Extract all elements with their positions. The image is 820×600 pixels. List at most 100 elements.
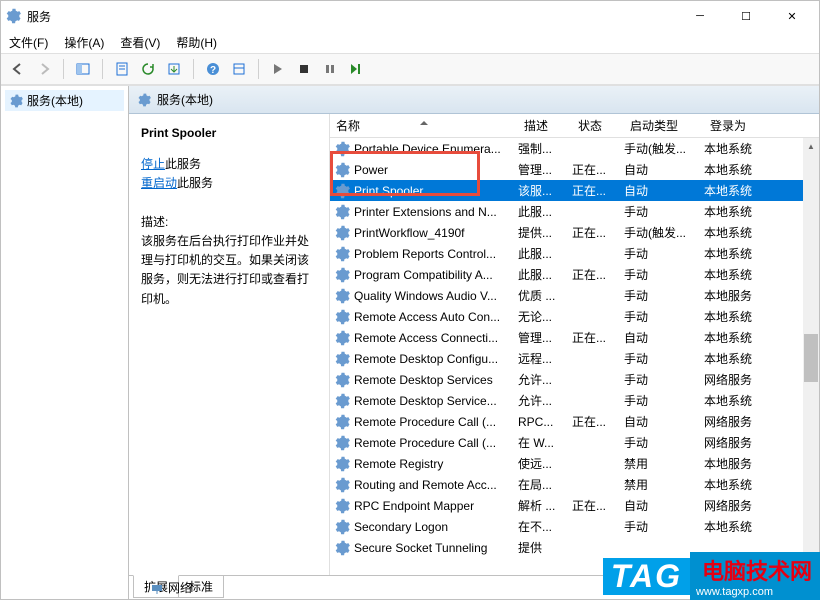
table-row[interactable]: Remote Registry使远...禁用本地服务 xyxy=(330,453,819,474)
nav-tree[interactable]: 服务(本地) xyxy=(1,86,129,599)
menu-view[interactable]: 查看(V) xyxy=(120,34,160,51)
menu-action[interactable]: 操作(A) xyxy=(64,34,104,51)
cell-start: 手动 xyxy=(624,392,704,409)
col-name[interactable]: 名称 xyxy=(330,117,518,134)
cell-logon: 本地系统 xyxy=(704,182,774,199)
gear-icon xyxy=(334,519,350,535)
cell-start: 自动 xyxy=(624,161,704,178)
service-list: 名称 描述 状态 启动类型 登录为 Portable Device Enumer… xyxy=(329,114,819,575)
cell-start: 手动 xyxy=(624,308,704,325)
cell-desc: 管理... xyxy=(518,329,572,346)
gear-icon xyxy=(334,309,350,325)
help2-button[interactable] xyxy=(228,58,250,80)
show-hide-button[interactable] xyxy=(72,58,94,80)
minimize-button[interactable]: ─ xyxy=(677,1,723,31)
table-row[interactable]: PrintWorkflow_4190f提供...正在...手动(触发...本地系… xyxy=(330,222,819,243)
restart-link[interactable]: 重启动 xyxy=(141,176,177,190)
cell-start: 自动 xyxy=(624,182,704,199)
scroll-up-button[interactable]: ▲ xyxy=(803,138,819,154)
gear-icon xyxy=(9,94,23,108)
table-row[interactable]: Remote Access Connecti...管理...正在...自动本地系… xyxy=(330,327,819,348)
menu-help[interactable]: 帮助(H) xyxy=(176,34,217,51)
gear-icon xyxy=(334,204,350,220)
gear-icon xyxy=(334,540,350,556)
svg-text:?: ? xyxy=(210,65,216,76)
start-button[interactable] xyxy=(267,58,289,80)
table-row[interactable]: Remote Access Auto Con...无论...手动本地系统 xyxy=(330,306,819,327)
export-button[interactable] xyxy=(163,58,185,80)
maximize-button[interactable]: ☐ xyxy=(723,1,769,31)
stop-button[interactable] xyxy=(293,58,315,80)
cell-name: Remote Procedure Call (... xyxy=(354,436,518,450)
table-row[interactable]: Remote Desktop Service...允许...手动本地系统 xyxy=(330,390,819,411)
restart-button[interactable] xyxy=(345,58,367,80)
cell-logon: 本地系统 xyxy=(704,518,774,535)
table-row[interactable]: Remote Procedure Call (...在 W...手动网络服务 xyxy=(330,432,819,453)
cell-status: 正在... xyxy=(572,224,624,241)
cell-desc: 使远... xyxy=(518,455,572,472)
titlebar[interactable]: 服务 ─ ☐ ✕ xyxy=(1,1,819,31)
pause-button[interactable] xyxy=(319,58,341,80)
table-row[interactable]: Program Compatibility A...此服...正在...手动本地… xyxy=(330,264,819,285)
table-row[interactable]: Secondary Logon在不...手动本地系统 xyxy=(330,516,819,537)
services-icon xyxy=(5,8,21,24)
watermark-tag: TAG xyxy=(603,558,690,595)
table-row[interactable]: Remote Procedure Call (...RPC...正在...自动网… xyxy=(330,411,819,432)
cell-name: Secondary Logon xyxy=(354,520,518,534)
cell-start: 手动 xyxy=(624,203,704,220)
cell-name: Portable Device Enumera... xyxy=(354,142,518,156)
gear-icon xyxy=(334,414,350,430)
table-row[interactable]: Print Spooler该服...正在...自动本地系统 xyxy=(330,180,819,201)
cell-status: 正在... xyxy=(572,497,624,514)
table-row[interactable]: Problem Reports Control...此服...手动本地系统 xyxy=(330,243,819,264)
col-status[interactable]: 状态 xyxy=(572,117,624,134)
gear-icon xyxy=(334,435,350,451)
col-start[interactable]: 启动类型 xyxy=(624,117,704,134)
scrollbar[interactable]: ▲ ▼ xyxy=(803,138,819,575)
cell-start: 手动 xyxy=(624,371,704,388)
cell-logon: 本地系统 xyxy=(704,476,774,493)
below-network: 网络 xyxy=(150,579,192,596)
body: 服务(本地) 服务(本地) Print Spooler 停止此服务 重启动此服务… xyxy=(1,85,819,599)
cell-name: Program Compatibility A... xyxy=(354,268,518,282)
cell-name: Routing and Remote Acc... xyxy=(354,478,518,492)
table-row[interactable]: Printer Extensions and N...此服...手动本地系统 xyxy=(330,201,819,222)
stop-link[interactable]: 停止 xyxy=(141,157,165,171)
scroll-thumb[interactable] xyxy=(804,334,818,382)
forward-button[interactable] xyxy=(33,58,55,80)
table-row[interactable]: Quality Windows Audio V...优质 ...手动本地服务 xyxy=(330,285,819,306)
gear-icon xyxy=(334,456,350,472)
col-desc[interactable]: 描述 xyxy=(518,117,572,134)
cell-status: 正在... xyxy=(572,413,624,430)
table-row[interactable]: Power管理...正在...自动本地系统 xyxy=(330,159,819,180)
main-header: 服务(本地) xyxy=(129,86,819,114)
help-button[interactable]: ? xyxy=(202,58,224,80)
cell-desc: 提供 xyxy=(518,539,572,556)
cell-start: 手动 xyxy=(624,434,704,451)
gear-icon xyxy=(334,330,350,346)
table-row[interactable]: Remote Desktop Configu...远程...手动本地系统 xyxy=(330,348,819,369)
cell-name: PrintWorkflow_4190f xyxy=(354,226,518,240)
network-icon xyxy=(150,581,164,595)
table-row[interactable]: RPC Endpoint Mapper解析 ...正在...自动网络服务 xyxy=(330,495,819,516)
cell-logon: 网络服务 xyxy=(704,413,774,430)
col-logon[interactable]: 登录为 xyxy=(704,117,774,134)
cell-desc: 提供... xyxy=(518,224,572,241)
table-row[interactable]: Portable Device Enumera...强制...手动(触发...本… xyxy=(330,138,819,159)
cell-start: 自动 xyxy=(624,329,704,346)
refresh-button[interactable] xyxy=(137,58,159,80)
cell-name: Remote Desktop Service... xyxy=(354,394,518,408)
menu-file[interactable]: 文件(F) xyxy=(9,34,48,51)
cell-name: Remote Access Auto Con... xyxy=(354,310,518,324)
properties-button[interactable] xyxy=(111,58,133,80)
table-row[interactable]: Routing and Remote Acc...在局...禁用本地系统 xyxy=(330,474,819,495)
gear-icon xyxy=(137,93,151,107)
cell-name: Remote Registry xyxy=(354,457,518,471)
cell-name: Remote Procedure Call (... xyxy=(354,415,518,429)
table-row[interactable]: Remote Desktop Services允许...手动网络服务 xyxy=(330,369,819,390)
back-button[interactable] xyxy=(7,58,29,80)
cell-start: 手动 xyxy=(624,266,704,283)
window: 服务 ─ ☐ ✕ 文件(F) 操作(A) 查看(V) 帮助(H) ? xyxy=(0,0,820,600)
nav-services-local[interactable]: 服务(本地) xyxy=(5,90,124,111)
close-button[interactable]: ✕ xyxy=(769,1,815,31)
